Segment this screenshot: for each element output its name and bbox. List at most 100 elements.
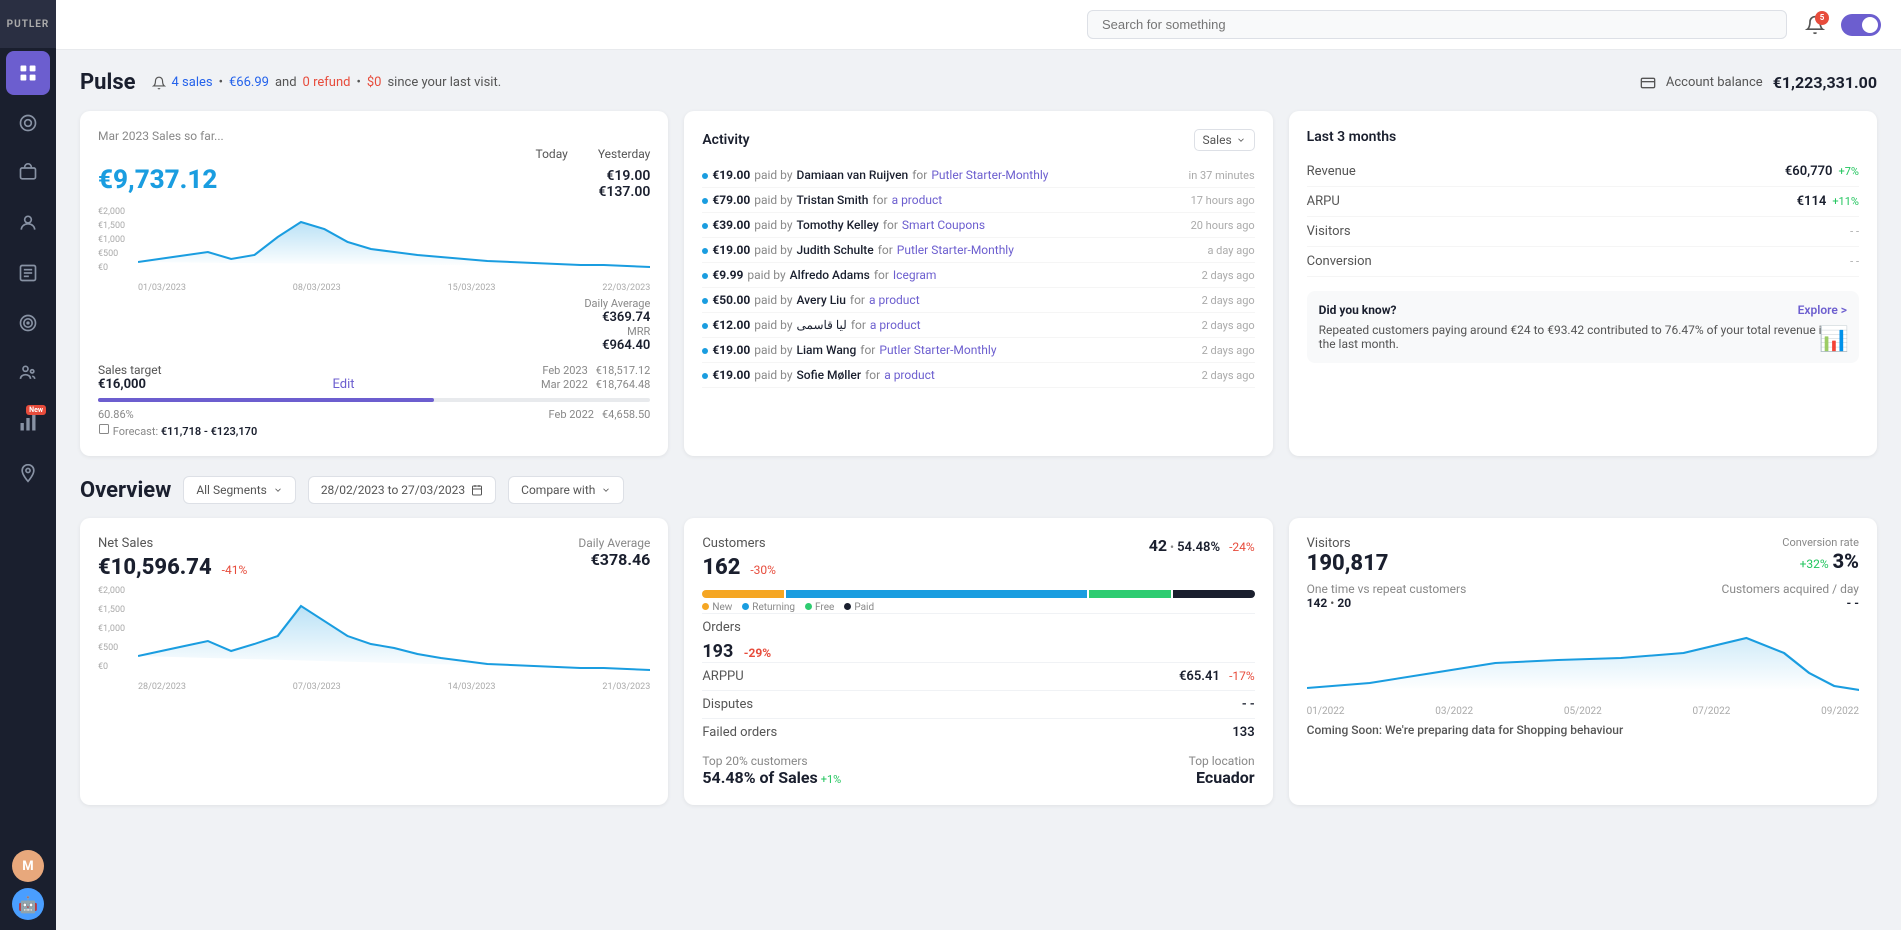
one-time-label: One time vs repeat customers <box>1307 582 1467 596</box>
progress-bar-fill <box>98 398 434 402</box>
date-range-picker[interactable]: 28/02/2023 to 27/03/2023 <box>308 476 496 504</box>
notification-count: 5 <box>1815 11 1829 25</box>
main-area: 5 Pulse 4 sales • €66.99 and 0 refund • … <box>56 0 1901 930</box>
stacked-bar <box>702 590 1254 598</box>
one-time-section: One time vs repeat customers Customers a… <box>1307 582 1859 610</box>
sidebar-item-products[interactable] <box>6 151 50 195</box>
top-location-label: Top location <box>1189 754 1255 768</box>
l3m-row: Conversion - - <box>1307 247 1859 277</box>
top20-label: Top 20% customers <box>702 754 841 768</box>
bar-free <box>1089 590 1171 598</box>
pulse-title: Pulse <box>80 70 136 95</box>
customers-badge: -30% <box>750 563 776 577</box>
did-you-know: Did you know? Explore > Repeated custome… <box>1307 291 1859 363</box>
activity-item: €50.00 paid by Avery Liu for a product 2… <box>702 288 1254 313</box>
disputes-val: - - <box>1242 697 1255 712</box>
compare-with-button[interactable]: Compare with <box>508 476 624 504</box>
mar-2022-val: €18,764.48 <box>596 378 651 391</box>
yesterday-label: Yesterday <box>598 147 651 161</box>
mrr-val: €964.40 <box>584 338 650 353</box>
overview-title: Overview <box>80 478 171 503</box>
sales-amount: €66.99 <box>229 75 269 90</box>
activity-item: €12.00 paid by لیا قاسمی for a product 2… <box>702 313 1254 338</box>
segment-dropdown[interactable]: All Segments <box>183 476 296 504</box>
feb-2023-label: Feb 2023 <box>542 364 587 377</box>
overview-grid: Net Sales €10,596.74 -41% Daily Average … <box>80 518 1877 805</box>
sidebar-item-reports[interactable] <box>6 251 50 295</box>
user-avatar[interactable]: M <box>12 850 44 882</box>
activity-dot <box>702 373 708 379</box>
feb-2022-label: Feb 2022 <box>549 408 594 421</box>
forecast-row: Forecast: €11,718 - €123,170 <box>98 423 650 438</box>
theme-toggle[interactable] <box>1841 14 1881 36</box>
sidebar-item-dashboard[interactable] <box>6 51 50 95</box>
l3m-rows: Revenue €60,770+7% ARPU €114+11% Visitor… <box>1307 157 1859 277</box>
conv-rate-badge: +32% <box>1800 557 1829 571</box>
content-area: Pulse 4 sales • €66.99 and 0 refund • $0… <box>56 50 1901 930</box>
activity-dot <box>702 273 708 279</box>
dyk-label: Did you know? <box>1319 303 1397 317</box>
yesterday-value: €137.00 <box>598 184 650 200</box>
progress-bar <box>98 398 650 402</box>
activity-item: €19.00 paid by Judith Schulte for Putler… <box>702 238 1254 263</box>
orders-badge: -29% <box>744 646 771 660</box>
legend-free: Free <box>815 602 834 613</box>
dyk-header: Did you know? Explore > <box>1319 303 1847 317</box>
edit-target-link[interactable]: Edit <box>332 377 354 392</box>
today-yesterday: Today Yesterday <box>98 147 650 161</box>
net-sales-label: Net Sales <box>98 536 247 551</box>
activity-item: €19.00 paid by Damiaan van Ruijven for P… <box>702 163 1254 188</box>
notifications-button[interactable]: 5 <box>1799 9 1831 41</box>
pulse-grid: Mar 2023 Sales so far... Today Yesterday… <box>80 111 1877 456</box>
feb-2022-val: €4,658.50 <box>602 408 650 421</box>
visitors-chart <box>1307 618 1859 698</box>
activity-dot <box>702 173 708 179</box>
bar-pct-left: 42 <box>1149 536 1167 555</box>
visitors-label: Visitors <box>1307 536 1389 551</box>
mar-2022-label: Mar 2022 <box>541 378 588 391</box>
failed-orders-val: 133 <box>1232 725 1254 740</box>
sidebar-item-affiliates[interactable] <box>6 351 50 395</box>
customers-label: Customers <box>702 536 776 551</box>
bar-legend: New Returning Free Paid <box>702 602 1254 613</box>
arppu-badge: -17% <box>1229 669 1255 683</box>
cust-day-val: - - <box>1847 596 1859 610</box>
top20-val: 54.48% of Sales <box>702 768 817 787</box>
l3m-row: Visitors - - <box>1307 217 1859 247</box>
sales-card: Mar 2023 Sales so far... Today Yesterday… <box>80 111 668 456</box>
activity-item: €39.00 paid by Tomothy Kelley for Smart … <box>702 213 1254 238</box>
arppu-val: €65.41 <box>1179 669 1220 684</box>
bot-avatar[interactable]: 🤖 <box>12 888 44 920</box>
account-balance: Account balance €1,223,331.00 <box>1640 73 1877 92</box>
sidebar-item-customers[interactable] <box>6 201 50 245</box>
activity-item: €79.00 paid by Tristan Smith for a produ… <box>702 188 1254 213</box>
sidebar-item-analytics[interactable] <box>6 101 50 145</box>
ns-daily-avg-label: Daily Average <box>578 536 650 550</box>
last3months-card: Last 3 months Revenue €60,770+7% ARPU €1… <box>1289 111 1877 456</box>
ns-header: Net Sales €10,596.74 -41% Daily Average … <box>98 536 650 580</box>
repeat-val: 20 <box>1337 596 1351 610</box>
refund-count: 0 refund <box>303 75 351 90</box>
customers-count: 162 <box>702 555 740 580</box>
progress-pct: 60.86% <box>98 408 134 421</box>
refund-amount: $0 <box>367 75 382 90</box>
legend-paid: Paid <box>854 602 874 613</box>
sales-dropdown[interactable]: Sales <box>1194 129 1255 151</box>
orders-val: 193 <box>702 641 733 662</box>
forecast-val: €11,718 - €123,170 <box>161 425 257 438</box>
activity-title: Activity <box>702 132 749 148</box>
failed-orders-row: Failed orders 133 <box>702 718 1254 746</box>
top-location-val: Ecuador <box>1189 768 1255 787</box>
pulse-notification: 4 sales • €66.99 and 0 refund • $0 since… <box>152 75 502 90</box>
disputes-row: Disputes - - <box>702 690 1254 718</box>
feb-2023-val: €18,517.12 <box>596 364 651 377</box>
mrr-label: MRR <box>584 325 650 338</box>
sidebar-item-geo[interactable] <box>6 451 50 495</box>
net-sales-card: Net Sales €10,596.74 -41% Daily Average … <box>80 518 668 805</box>
sidebar-item-overview[interactable]: New <box>6 401 50 445</box>
explore-link[interactable]: Explore > <box>1798 303 1847 317</box>
failed-orders-label: Failed orders <box>702 725 777 740</box>
sidebar-item-goals[interactable] <box>6 301 50 345</box>
search-input[interactable] <box>1087 10 1787 39</box>
visitors-count: 190,817 <box>1307 551 1389 576</box>
